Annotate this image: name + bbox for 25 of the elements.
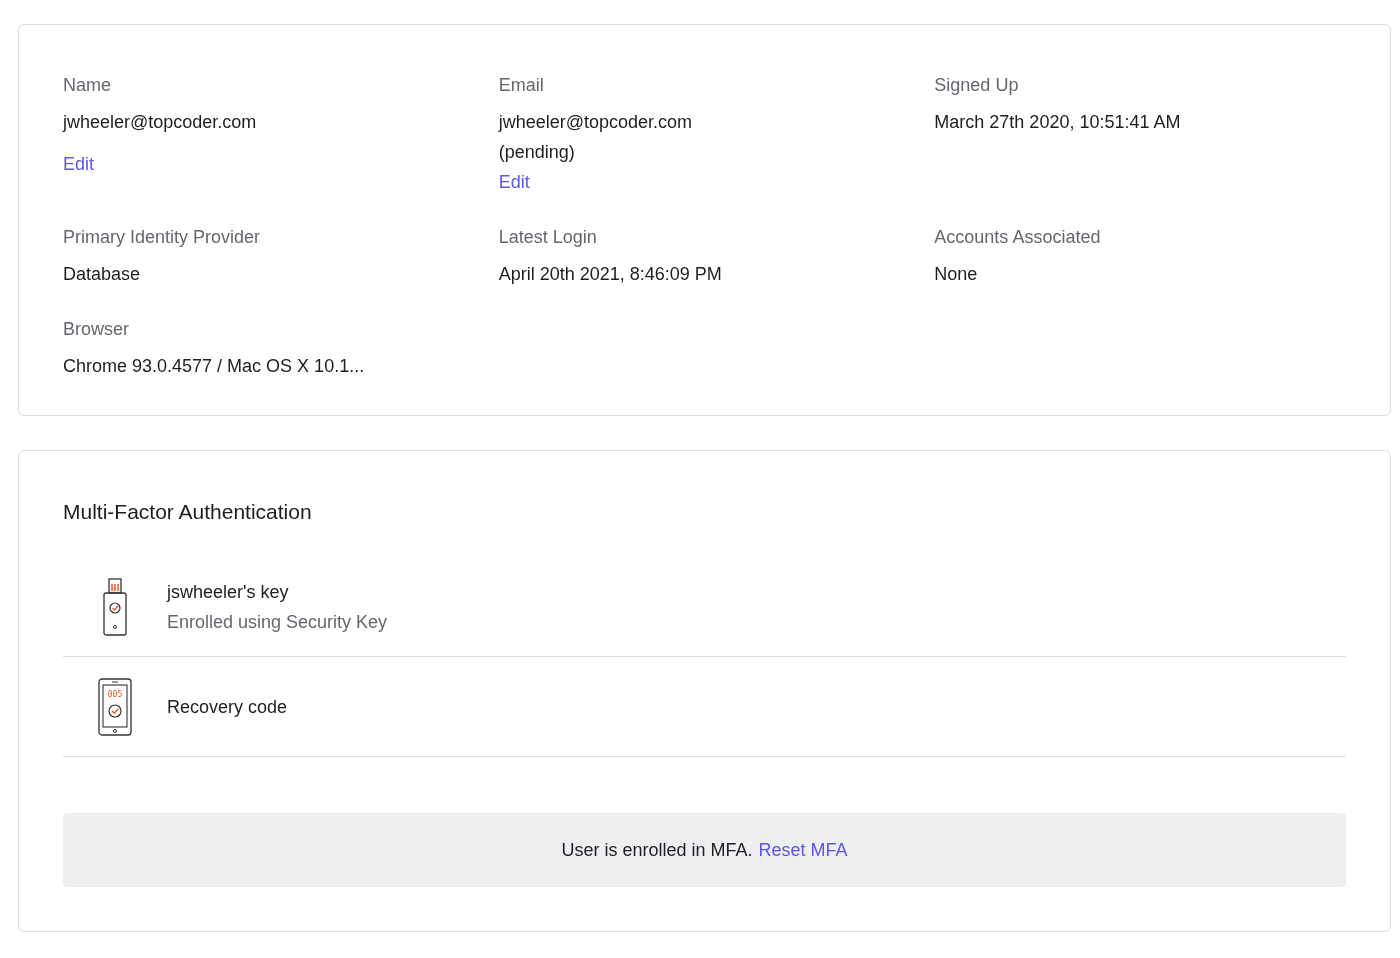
field-label: Browser <box>63 318 130 341</box>
field-label: Email <box>498 74 545 97</box>
field-value: jwheeler@topcoder.com <box>63 111 258 134</box>
field-label: Accounts Associated <box>934 226 1102 249</box>
reset-mfa-link[interactable]: Reset MFA <box>758 836 848 864</box>
edit-link[interactable]: Edit <box>63 149 95 179</box>
factor-title: Recovery code <box>167 695 288 719</box>
status-text: User is enrolled in MFA. <box>561 838 753 862</box>
field-label: Signed Up <box>934 74 1020 97</box>
phone-icon: 005 <box>97 677 133 736</box>
factor-title: jswheeler's key <box>167 580 290 604</box>
usb-key-icon <box>102 577 128 636</box>
field-value: None <box>934 263 979 286</box>
field-value: (pending) <box>498 141 576 164</box>
field-value: Database <box>63 263 142 286</box>
field-value: March 27th 2020, 10:51:41 AM <box>934 111 1182 134</box>
field-value: Chrome 93.0.4577 / Mac OS X 10.1... <box>63 355 366 378</box>
field-value: April 20th 2021, 8:46:09 PM <box>498 263 723 286</box>
section-title: Multi-Factor Authentication <box>63 499 313 525</box>
field-label: Primary Identity Provider <box>63 226 262 249</box>
factor-subtitle: Enrolled using Security Key <box>167 610 388 634</box>
field-label: Latest Login <box>498 226 598 249</box>
field-value: jwheeler@topcoder.com <box>498 111 694 134</box>
field-label: Name <box>63 74 112 97</box>
edit-link[interactable]: Edit <box>498 167 530 197</box>
